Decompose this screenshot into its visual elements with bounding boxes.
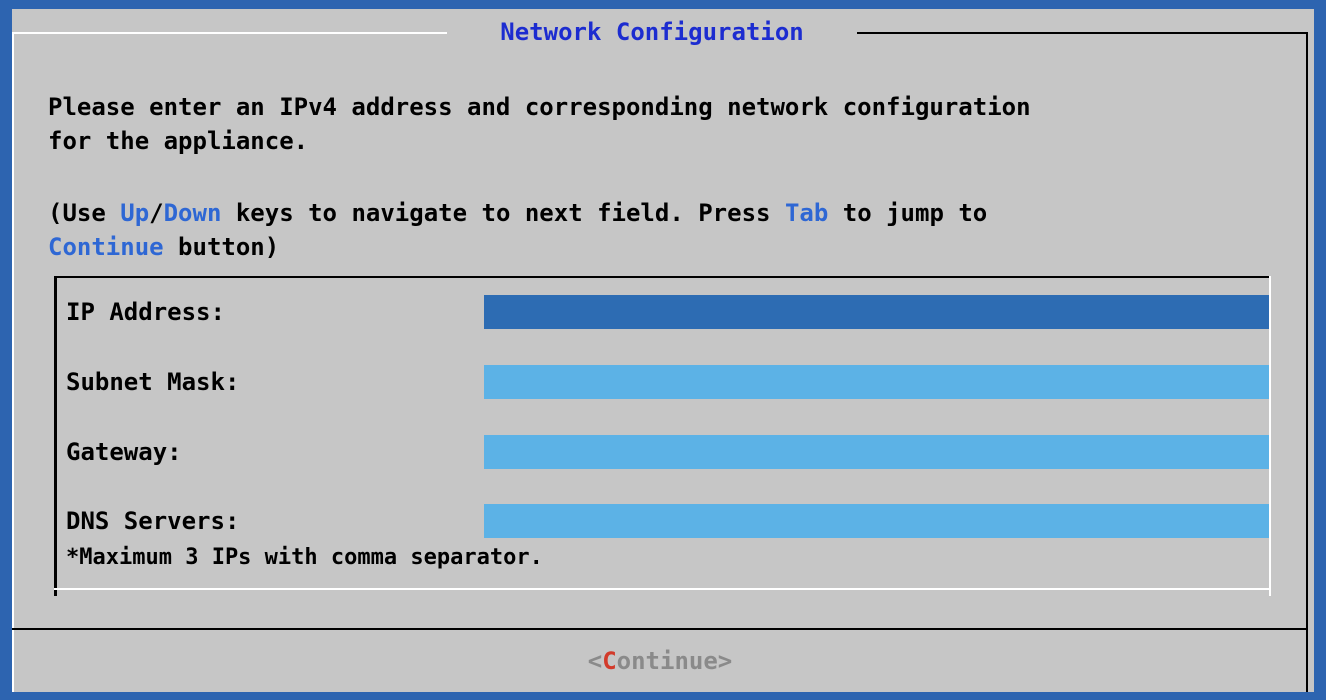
gateway-input[interactable] [484, 435, 1269, 469]
dns-servers-input[interactable] [484, 504, 1269, 538]
dns-servers-row: DNS Servers: [66, 504, 1269, 540]
ip-address-label: IP Address: [66, 298, 225, 326]
hint-open: (Use [48, 199, 121, 227]
continue-label: ontinue [616, 647, 718, 675]
gateway-row: Gateway: [66, 435, 1269, 471]
subnet-mask-row: Subnet Mask: [66, 365, 1269, 401]
continue-button[interactable]: <Continue> [12, 630, 1308, 692]
navigation-hint-line-1: (Use Up/Down keys to navigate to next fi… [48, 197, 987, 229]
continue-bracket-right: > [717, 647, 733, 675]
fields-box-border-bottom [54, 588, 1271, 590]
dns-servers-note: *Maximum 3 IPs with comma separator. [66, 545, 543, 570]
frame-border-left [12, 32, 14, 692]
dialog-title: Network Configuration [452, 17, 852, 47]
fields-box-border-left [54, 276, 57, 596]
hint-mid: keys to navigate to next field. Press [221, 199, 785, 227]
continue-hotkey: C [602, 647, 617, 675]
hint-key-up: Up [120, 199, 150, 227]
gateway-label: Gateway: [66, 438, 182, 466]
hint-continue-word: Continue [48, 233, 164, 261]
ip-address-input[interactable] [484, 295, 1269, 329]
intro-text-line-1: Please enter an IPv4 address and corresp… [48, 93, 1031, 121]
navigation-hint-line-2: Continue button) [48, 231, 279, 263]
hint-slash: / [149, 199, 164, 227]
network-config-dialog: Network Configuration Please enter an IP… [12, 9, 1314, 692]
continue-bracket-left: < [587, 647, 603, 675]
hint-key-tab: Tab [784, 199, 829, 227]
frame-border-right [1306, 32, 1308, 692]
frame-border-top-left [12, 32, 447, 34]
hint-key-down: Down [163, 199, 222, 227]
subnet-mask-label: Subnet Mask: [66, 368, 240, 396]
hint-button-close: button) [163, 233, 280, 261]
fields-box-border-right [1269, 276, 1271, 596]
ip-address-row: IP Address: [66, 295, 1269, 331]
subnet-mask-input[interactable] [484, 365, 1269, 399]
hint-end: to jump to [828, 199, 988, 227]
frame-border-top-right [857, 32, 1307, 34]
network-fields-box: IP Address: Subnet Mask: Gateway: DNS Se… [54, 276, 1272, 596]
intro-text-line-2: for the appliance. [48, 127, 309, 155]
fields-box-border-top [54, 276, 1270, 278]
dns-servers-label: DNS Servers: [66, 507, 240, 535]
